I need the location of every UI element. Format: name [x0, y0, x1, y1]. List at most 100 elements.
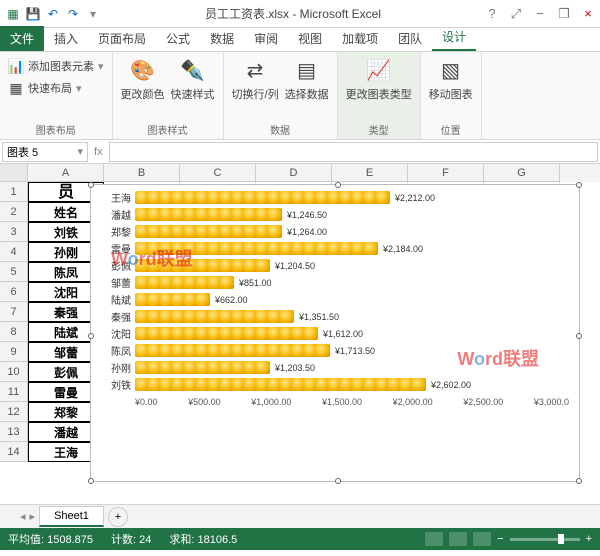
- group-label-location: 位置: [429, 120, 473, 137]
- row-header[interactable]: 7: [0, 302, 28, 322]
- chart-bar[interactable]: 郑黎¥1,264.00: [135, 223, 569, 240]
- zoom-in-button[interactable]: +: [586, 533, 592, 545]
- ribbon-group-layout: 📊添加图表元素▾ ▦快速布局▾ 图表布局: [0, 52, 113, 139]
- row-header[interactable]: 10: [0, 362, 28, 382]
- row-header[interactable]: 13: [0, 422, 28, 442]
- window-title: 员工工资表.xlsx - Microsoft Excel: [102, 5, 484, 22]
- tab-formulas[interactable]: 公式: [156, 26, 200, 51]
- row-header[interactable]: 3: [0, 222, 28, 242]
- chart-bar[interactable]: 秦强¥1,351.50: [135, 308, 569, 325]
- row-header[interactable]: 14: [0, 442, 28, 462]
- status-sum: 求和: 18106.5: [169, 531, 237, 547]
- chart-handle[interactable]: [335, 182, 341, 188]
- col-header[interactable]: F: [408, 164, 484, 182]
- sheet-tab-active[interactable]: Sheet1: [39, 506, 104, 527]
- chart-bar[interactable]: 孙刚¥1,203.50: [135, 359, 569, 376]
- tab-view[interactable]: 视图: [288, 26, 332, 51]
- change-chart-type-button[interactable]: 📈更改图表类型: [346, 56, 412, 102]
- tab-insert[interactable]: 插入: [44, 26, 88, 51]
- row-header[interactable]: 1: [0, 182, 28, 202]
- minimize-button[interactable]: −: [532, 6, 548, 21]
- zoom-slider[interactable]: [510, 538, 580, 541]
- qat-more-icon[interactable]: ▾: [84, 5, 102, 23]
- chart-handle[interactable]: [576, 478, 582, 484]
- chart-bar[interactable]: 潘越¥1,246.50: [135, 206, 569, 223]
- row-header[interactable]: 9: [0, 342, 28, 362]
- quick-style-button[interactable]: ✒️快速样式: [171, 56, 215, 102]
- fx-icon[interactable]: fx: [88, 146, 109, 158]
- row-header[interactable]: 2: [0, 202, 28, 222]
- chart-handle[interactable]: [576, 182, 582, 188]
- row-header[interactable]: 12: [0, 402, 28, 422]
- tab-data[interactable]: 数据: [200, 26, 244, 51]
- chart-handle[interactable]: [88, 182, 94, 188]
- chart-handle[interactable]: [88, 333, 94, 339]
- chart-handle[interactable]: [88, 478, 94, 484]
- close-button[interactable]: ×: [580, 6, 596, 21]
- chart-plot-area[interactable]: 王海¥2,212.00潘越¥1,246.50郑黎¥1,264.00雷曼¥2,18…: [91, 185, 579, 393]
- col-header[interactable]: A: [28, 164, 104, 182]
- chart-bar[interactable]: 邹蕾¥851.00: [135, 274, 569, 291]
- formula-bar[interactable]: [109, 142, 598, 162]
- chart-handle[interactable]: [335, 478, 341, 484]
- undo-icon[interactable]: ↶: [44, 5, 62, 23]
- change-colors-button[interactable]: 🎨更改颜色: [121, 56, 165, 102]
- view-layout-icon[interactable]: [449, 532, 467, 546]
- tab-design[interactable]: 设计: [432, 24, 476, 51]
- move-chart-button[interactable]: ▧移动图表: [429, 56, 473, 102]
- row-header[interactable]: 6: [0, 282, 28, 302]
- restore-button[interactable]: ❐: [556, 6, 572, 22]
- excel-icon: ▦: [4, 5, 22, 23]
- chart-type-icon: 📈: [365, 56, 393, 84]
- zoom-out-button[interactable]: −: [497, 533, 503, 545]
- group-label-type: 类型: [346, 120, 412, 137]
- row-header[interactable]: 4: [0, 242, 28, 262]
- help-button[interactable]: ?: [484, 6, 500, 21]
- col-header[interactable]: C: [180, 164, 256, 182]
- ribbon-group-style: 🎨更改颜色 ✒️快速样式 图表样式: [113, 52, 224, 139]
- view-pagebreak-icon[interactable]: [473, 532, 491, 546]
- chart-bar[interactable]: 沈阳¥1,612.00: [135, 325, 569, 342]
- col-header[interactable]: B: [104, 164, 180, 182]
- col-header[interactable]: G: [484, 164, 560, 182]
- redo-icon[interactable]: ↷: [64, 5, 82, 23]
- name-box[interactable]: 图表 5▾: [2, 142, 88, 162]
- quick-layout-icon: ▦: [8, 80, 24, 96]
- chart-bar[interactable]: 陈凤¥1,713.50: [135, 342, 569, 359]
- tab-review[interactable]: 审阅: [244, 26, 288, 51]
- add-element-icon: 📊: [8, 58, 24, 74]
- switch-rowcol-button[interactable]: ⇄切换行/列: [232, 56, 279, 102]
- status-bar: 平均值: 1508.875 计数: 24 求和: 18106.5 − +: [0, 528, 600, 550]
- ribbon-group-data: ⇄切换行/列 ▤选择数据 数据: [224, 52, 338, 139]
- tab-addins[interactable]: 加载项: [332, 26, 388, 51]
- chart-bar[interactable]: 彭佩¥1,204.50: [135, 257, 569, 274]
- switch-icon: ⇄: [241, 56, 269, 84]
- embedded-chart[interactable]: 王海¥2,212.00潘越¥1,246.50郑黎¥1,264.00雷曼¥2,18…: [90, 184, 580, 482]
- chart-handle[interactable]: [576, 333, 582, 339]
- tab-file[interactable]: 文件: [0, 26, 44, 51]
- chart-bar[interactable]: 陆斌¥662.00: [135, 291, 569, 308]
- chart-bar[interactable]: 王海¥2,212.00: [135, 189, 569, 206]
- row-header[interactable]: 8: [0, 322, 28, 342]
- select-data-button[interactable]: ▤选择数据: [285, 56, 329, 102]
- add-chart-element-button[interactable]: 📊添加图表元素▾: [8, 56, 104, 76]
- view-normal-icon[interactable]: [425, 532, 443, 546]
- ribbon-options-icon[interactable]: ⤢: [508, 6, 524, 22]
- status-count: 计数: 24: [111, 531, 151, 547]
- chart-bar[interactable]: 刘铁¥2,602.00: [135, 376, 569, 393]
- sheet-nav-next-icon[interactable]: ▸: [30, 510, 36, 523]
- sheet-nav-prev-icon[interactable]: ◂: [20, 510, 26, 523]
- save-icon[interactable]: 💾: [24, 5, 42, 23]
- row-header[interactable]: 5: [0, 262, 28, 282]
- group-label-layout: 图表布局: [8, 120, 104, 137]
- quick-layout-button[interactable]: ▦快速布局▾: [8, 78, 82, 98]
- row-header[interactable]: 11: [0, 382, 28, 402]
- col-header[interactable]: E: [332, 164, 408, 182]
- add-sheet-button[interactable]: +: [108, 507, 128, 527]
- tab-page-layout[interactable]: 页面布局: [88, 26, 156, 51]
- select-all-corner[interactable]: [0, 164, 28, 182]
- col-header[interactable]: D: [256, 164, 332, 182]
- chart-bar[interactable]: 雷曼¥2,184.00: [135, 240, 569, 257]
- group-label-data: 数据: [232, 120, 329, 137]
- tab-team[interactable]: 团队: [388, 26, 432, 51]
